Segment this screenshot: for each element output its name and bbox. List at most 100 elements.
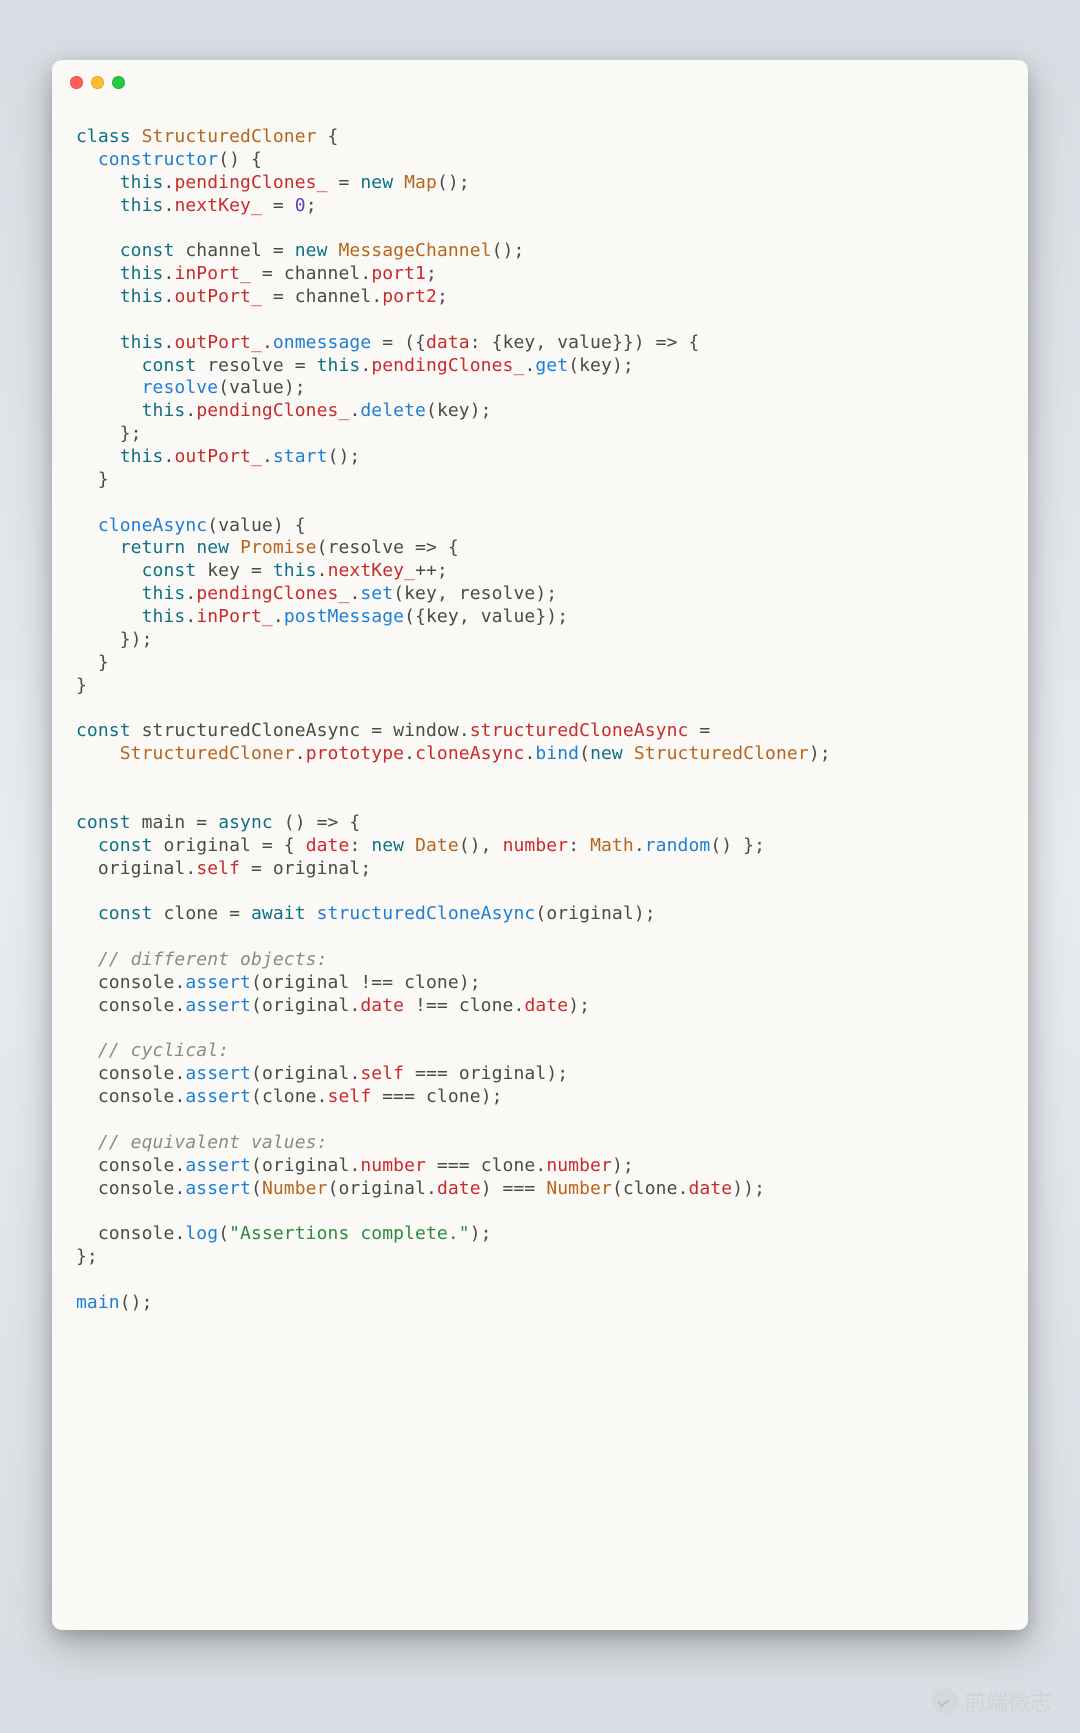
code-token: = { [251,835,306,856]
code-token [328,240,339,261]
code-token: this [120,195,164,216]
code-token: ( [426,400,437,421]
code-token: new [590,743,623,764]
code-token [76,537,120,558]
code-token: (), [459,835,503,856]
code-token: . [371,286,382,307]
code-token: . [174,972,185,993]
code-token: port1 [371,263,426,284]
code-token: ++; [415,560,448,581]
code-token: }}) => { [612,332,700,353]
close-icon[interactable] [70,76,83,89]
code-token: 0 [295,195,306,216]
code-token: ( [568,355,579,376]
code-token: // different objects: [98,949,328,970]
code-token: clone [459,995,514,1016]
zoom-icon[interactable] [112,76,125,89]
code-token: assert [185,1155,251,1176]
code-token: new [360,172,393,193]
code-token [131,720,142,741]
code-token: ( [328,1178,339,1199]
code-token: , [535,332,557,353]
code-token: console [98,972,175,993]
code-token: ( [535,903,546,924]
code-token: data [426,332,470,353]
code-token: . [185,583,196,604]
code-token: . [349,995,360,1016]
code-token: () => { [273,812,361,833]
code-token: } [76,469,109,490]
code-token: this [120,286,164,307]
code-token: original [459,1063,547,1084]
code-token: // equivalent values: [98,1132,328,1153]
code-token [76,446,120,467]
code-token [76,400,142,421]
code-token: date [437,1178,481,1199]
code-token: Math [590,835,634,856]
code-token: ) === [481,1178,547,1199]
code-token: inPort_ [174,263,251,284]
code-token: => { [404,537,459,558]
code-token: Number [262,1178,328,1199]
code-token: : { [470,332,503,353]
code-token: . [295,743,306,764]
code-token: ); [459,972,481,993]
code-token: ); [809,743,831,764]
code-token: self [360,1063,404,1084]
code-token: assert [185,1086,251,1107]
code-token: this [142,583,186,604]
code-token [153,903,164,924]
code-token: . [174,1155,185,1176]
code-token: const [76,720,131,741]
code-token: key [426,606,459,627]
code-token: ); [634,903,656,924]
code-token: (); [437,172,470,193]
code-token: get [535,355,568,376]
code-token: ); [470,400,492,421]
code-token: pendingClones_ [196,583,349,604]
code-token: . [164,446,175,467]
code-token: . [459,720,470,741]
code-token: nextKey_ [328,560,416,581]
code-token: pendingClones_ [196,400,349,421]
code-token: key [207,560,240,581]
code-token: !== [349,972,404,993]
code-token: , [459,606,481,627]
code-token: console [98,1063,175,1084]
code-token: ( [207,515,218,536]
code-token: . [164,263,175,284]
code-token: value [481,606,536,627]
code-token: this [120,446,164,467]
code-token: log [185,1223,218,1244]
code-token: (); [492,240,525,261]
code-token: value [557,332,612,353]
code-token: key [503,332,536,353]
code-token: . [262,332,273,353]
code-token: clone [404,972,459,993]
code-token: ); [481,1086,503,1107]
code-token: ); [535,583,557,604]
code-token: } [76,652,109,673]
code-token: number [546,1155,612,1176]
watermark: 前端微志 [932,1685,1052,1717]
code-token [76,1040,98,1061]
code-token: . [185,858,196,879]
code-token: ( [317,537,328,558]
code-token [76,903,98,924]
code-token: = [240,858,273,879]
code-token: key [579,355,612,376]
code-token: . [164,172,175,193]
code-token: }; [76,1246,98,1267]
code-token: ( [218,1223,229,1244]
code-token: window [393,720,459,741]
code-token: ); [470,1223,492,1244]
code-token: . [174,1223,185,1244]
code-token: key [437,400,470,421]
code-token [306,903,317,924]
code-token: }); [76,629,153,650]
code-token: assert [185,972,251,993]
code-token [404,835,415,856]
minimize-icon[interactable] [91,76,104,89]
code-token [76,972,98,993]
code-token [76,1063,98,1084]
